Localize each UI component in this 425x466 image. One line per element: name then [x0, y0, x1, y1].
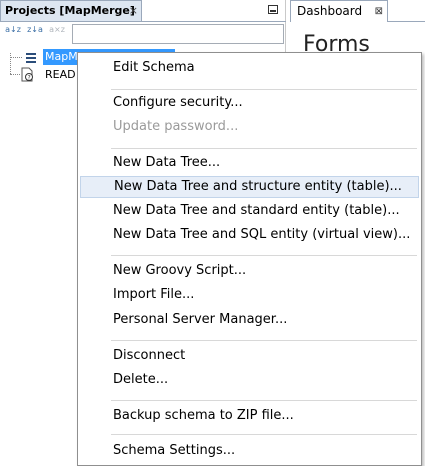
menu-item-edit-schema[interactable]: Edit Schema [80, 57, 419, 79]
tree-node-readme[interactable]: ? READ [0, 66, 80, 84]
menu-item-new-data-tree[interactable]: New Data Tree... [80, 152, 419, 174]
menu-item-new-data-tree-standard-entity[interactable]: New Data Tree and standard entity (table… [80, 200, 419, 222]
menu-item-delete[interactable]: Delete... [80, 369, 419, 391]
tab-projects[interactable]: Projects [MapMerge] × [0, 0, 142, 21]
menu-item-new-data-tree-structure-entity[interactable]: New Data Tree and structure entity (tabl… [80, 176, 419, 198]
menu-item-new-data-tree-sql-entity[interactable]: New Data Tree and SQL entity (virtual vi… [80, 224, 419, 246]
minimize-icon[interactable] [268, 5, 278, 14]
tree-node-label: READ [45, 68, 76, 81]
menu-separator [111, 255, 417, 256]
sort-ascending-icon[interactable]: a↓z [4, 25, 22, 43]
menu-item-disconnect[interactable]: Disconnect [80, 345, 419, 367]
schema-icon [26, 53, 36, 63]
projects-tab-title: Projects [MapMerge] [5, 4, 135, 17]
sort-descending-icon[interactable]: z↓a [26, 25, 44, 43]
menu-item-configure-security[interactable]: Configure security... [80, 92, 419, 114]
filter-input[interactable] [72, 24, 284, 44]
menu-separator [111, 340, 417, 341]
projects-toolbar: a↓z z↓a a×z [0, 22, 286, 48]
menu-item-import-file[interactable]: Import File... [80, 284, 419, 306]
menu-item-backup-schema[interactable]: Backup schema to ZIP file... [80, 405, 419, 427]
svg-text:?: ? [28, 75, 31, 82]
menu-item-new-groovy-script[interactable]: New Groovy Script... [80, 260, 419, 282]
menu-item-update-password[interactable]: Update password... [80, 116, 419, 138]
tabstrip-divider [388, 21, 425, 22]
clear-filter-icon[interactable]: a×z [48, 25, 66, 43]
dashboard-tab-title: Dashboard [297, 4, 363, 18]
context-menu: Edit Schema Configure security... Update… [77, 52, 422, 466]
menu-separator [111, 89, 417, 90]
document-icon: ? [21, 67, 33, 82]
menu-separator [111, 434, 417, 435]
menu-separator [111, 400, 417, 401]
menu-separator [111, 148, 417, 149]
menu-item-schema-settings[interactable]: Schema Settings... [80, 440, 419, 462]
tab-dashboard[interactable]: Dashboard ⊠ [290, 0, 388, 22]
close-icon[interactable]: × [129, 1, 138, 21]
menu-item-personal-server-manager[interactable]: Personal Server Manager... [80, 309, 419, 331]
close-icon[interactable]: ⊠ [375, 1, 383, 22]
